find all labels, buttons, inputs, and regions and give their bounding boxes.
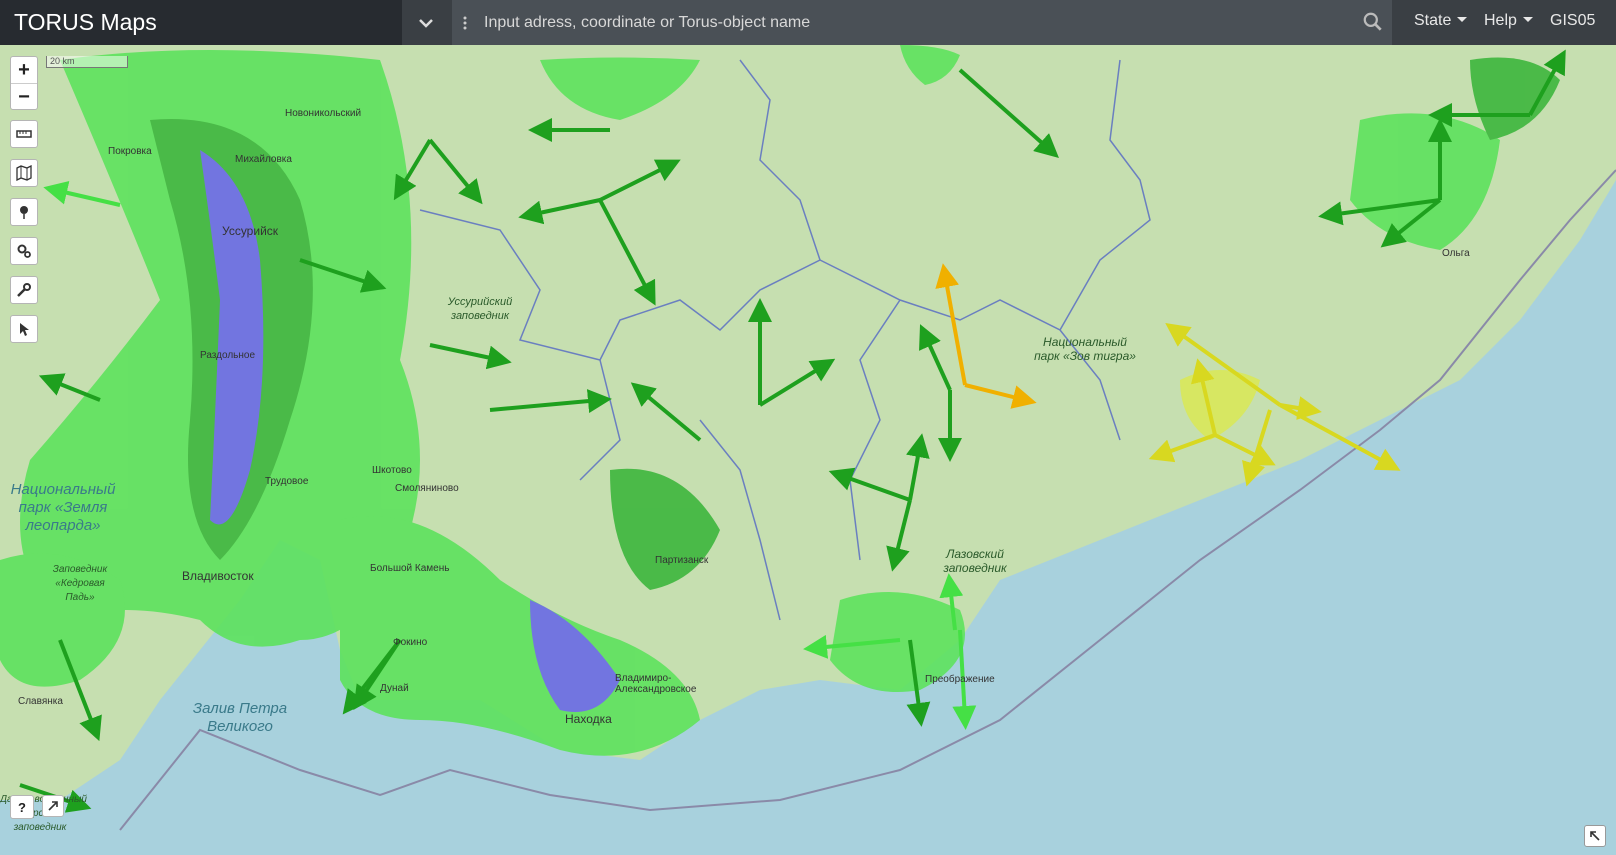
city-label: Находка [565,712,612,726]
chevron-down-icon [419,18,433,28]
more-vert-icon[interactable] [462,13,468,33]
city-label: Трудовое [265,476,309,487]
city-label: Михайловка [235,154,292,165]
city-label: Преображение [925,674,995,685]
zoom-out-button[interactable]: − [11,83,37,110]
tools-button[interactable] [10,276,38,304]
state-menu[interactable]: State [1414,12,1468,30]
collapse-icon [1590,831,1600,841]
expand-button[interactable] [42,795,64,817]
label-kedrovaya-pad: Заповедник «Кедровая Падь» [52,564,108,603]
help-menu-label: Help [1484,12,1517,29]
pin-icon [20,206,28,219]
expand-icon [48,801,58,811]
settings-button[interactable] [10,237,38,265]
city-label: Покровка [108,146,152,157]
help-menu[interactable]: Help [1484,12,1533,30]
ruler-icon [16,130,32,138]
gears-icon [17,244,31,258]
label-ussuri-reserve: Уссурийский заповедник [447,296,513,322]
layers-button[interactable] [10,159,38,187]
city-label: Большой Камень [370,563,450,574]
map-icon [16,165,32,181]
city-label: Владимиро-Александровское [615,673,697,695]
wrench-icon [17,283,31,297]
label-lazovsky: Лазовский заповедник [943,547,1007,575]
collapse-button[interactable] [1584,825,1606,847]
label-zemlya-leoparda: Национальный парк «Земля леопарда» [10,481,116,534]
city-label: Смоляниново [395,483,459,494]
zoom-control: + − [10,56,38,110]
label-zov-tigra: Национальный парк «Зов тигра» [1034,335,1136,363]
ruler-button[interactable] [10,120,38,148]
city-label: Владивосток [182,569,254,583]
zoom-in-button[interactable]: + [11,57,37,83]
help-button[interactable]: ? [10,795,34,819]
city-label: Дунай [380,683,409,694]
top-navbar: TORUS Maps State Help GIS05 [0,0,1616,45]
caret-down-icon [1522,17,1533,22]
scale-bar: 20 km [46,56,128,68]
city-label: Фокино [393,637,428,648]
brand-area: TORUS Maps [0,0,402,45]
marker-button[interactable] [10,198,38,226]
state-menu-label: State [1414,12,1452,29]
search-icon[interactable] [1362,11,1384,33]
city-label: Раздольное [200,350,256,361]
map-canvas[interactable]: Уссурийский заповедник Национальный парк… [0,45,1616,855]
city-label: Ольга [1442,248,1470,259]
city-label: Новоникольский [285,108,362,119]
city-label: Славянка [18,696,63,707]
select-button[interactable] [10,315,38,343]
city-label: Шкотово [372,465,412,476]
city-label: Уссурийск [222,224,279,238]
city-label: Партизанск [655,555,709,566]
search-input[interactable] [482,6,1346,40]
search-bar [452,0,1392,45]
label-zaliv-petra: Залив Петра Великого [192,700,288,735]
panel-toggle-button[interactable] [402,0,450,45]
user-menu[interactable]: GIS05 [1550,12,1595,30]
caret-down-icon [1457,17,1468,22]
app-title[interactable]: TORUS Maps [14,9,157,36]
cursor-icon [20,323,29,336]
